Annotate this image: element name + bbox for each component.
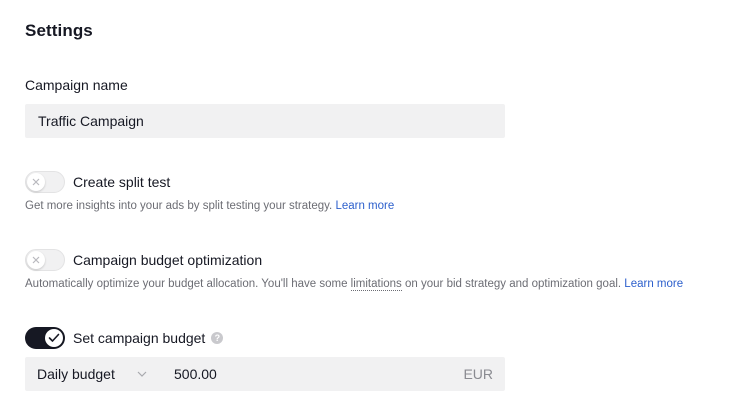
page-title: Settings [25,21,93,40]
campaign-budget-row: Set campaign budget ? [25,327,224,349]
split-test-description-text: Get more insights into your ads by split… [25,200,333,212]
budget-optimization-description-before: Automatically optimize your budget alloc… [25,278,348,290]
budget-optimization-label: Campaign budget optimization [73,252,263,268]
budget-optimization-learn-more-link[interactable]: Learn more [624,278,683,290]
question-circle-icon[interactable]: ? [211,332,224,344]
toggle-knob [27,173,45,191]
budget-optimization-description-after: on your bid strategy and optimization go… [405,278,622,290]
close-icon [32,178,40,186]
limitations-tooltip-term[interactable]: limitations [350,278,402,291]
split-test-description: Get more insights into your ads by split… [25,200,394,212]
budget-input-group: Daily budget 500.00 EUR [25,357,505,391]
budget-optimization-description: Automatically optimize your budget alloc… [25,278,683,291]
split-test-learn-more-link[interactable]: Learn more [335,200,394,212]
split-test-toggle[interactable] [25,171,65,193]
budget-optimization-row: Campaign budget optimization [25,249,262,271]
campaign-name-input[interactable] [25,104,505,138]
check-icon [48,333,60,342]
budget-optimization-toggle[interactable] [25,249,65,271]
chevron-down-icon [137,371,147,377]
campaign-budget-label: Set campaign budget [73,330,206,346]
close-icon [32,256,40,264]
split-test-label: Create split test [73,174,171,190]
campaign-budget-toggle[interactable] [25,327,65,349]
campaign-name-label: Campaign name [25,77,128,93]
budget-type-select[interactable]: Daily budget [25,357,160,391]
split-test-row: Create split test [25,171,170,193]
budget-amount-input[interactable]: 500.00 [160,357,463,391]
currency-label: EUR [463,366,493,382]
budget-type-value: Daily budget [37,366,115,382]
toggle-knob [45,329,63,347]
toggle-knob [27,251,45,269]
